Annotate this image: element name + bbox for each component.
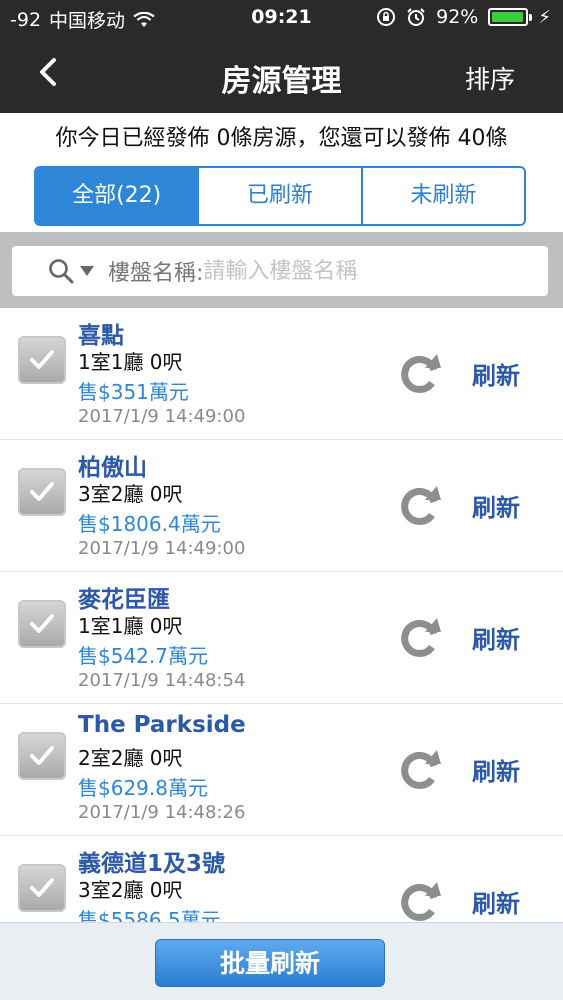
refresh-button[interactable]: 刷新 xyxy=(472,620,520,655)
checkmark-icon xyxy=(30,746,54,765)
listing-name[interactable]: 麥花臣匯 xyxy=(78,580,170,614)
search-bar-container: 樓盤名稱: xyxy=(0,232,563,308)
refresh-button[interactable]: 刷新 xyxy=(472,884,520,919)
checkmark-icon xyxy=(30,614,54,633)
refresh-button[interactable]: 刷新 xyxy=(472,488,520,523)
list-item: The Parkside 2室2廳 0呎 售$629.8萬元 2017/1/9 … xyxy=(0,704,563,836)
listing-price: 售$629.8萬元 xyxy=(78,776,208,800)
listing-checkbox[interactable] xyxy=(18,336,66,384)
checkmark-icon xyxy=(30,482,54,501)
listing-rooms: 3室2廳 0呎 xyxy=(78,878,183,902)
listing-checkbox[interactable] xyxy=(18,468,66,516)
tab-refreshed[interactable]: 已刷新 xyxy=(199,168,363,224)
listing-checkbox[interactable] xyxy=(18,732,66,780)
list-item: 麥花臣匯 1室1廳 0呎 售$542.7萬元 2017/1/9 14:48:54… xyxy=(0,572,563,704)
refresh-button[interactable]: 刷新 xyxy=(472,356,520,391)
listing-price: 售$5586.5萬元 xyxy=(78,908,221,922)
listing-price: 售$1806.4萬元 xyxy=(78,512,221,536)
checkmark-icon xyxy=(30,878,54,897)
listing-price: 售$542.7萬元 xyxy=(78,644,208,668)
listing-name[interactable]: 義德道1及3號 xyxy=(78,844,225,878)
charging-bolt-icon: ⚡ xyxy=(538,6,551,28)
list-item: 喜點 1室1廳 0呎 售$351萬元 2017/1/9 14:49:00 刷新 xyxy=(0,308,563,440)
refresh-icon[interactable] xyxy=(396,350,444,398)
refresh-button[interactable]: 刷新 xyxy=(472,752,520,787)
list-item: 義德道1及3號 3室2廳 0呎 售$5586.5萬元 刷新 xyxy=(0,836,563,922)
search-input[interactable] xyxy=(203,258,434,284)
dropdown-caret-icon[interactable] xyxy=(80,266,94,276)
listing-name[interactable]: The Parkside xyxy=(78,712,246,738)
bottom-bar: 批量刷新 xyxy=(0,922,563,1000)
listing-date: 2017/1/9 14:48:26 xyxy=(78,802,246,823)
refresh-icon[interactable] xyxy=(396,482,444,530)
batch-refresh-button[interactable]: 批量刷新 xyxy=(155,939,385,987)
listing-rooms: 1室1廳 0呎 xyxy=(78,614,183,638)
orientation-lock-icon xyxy=(377,8,396,26)
listing-name[interactable]: 喜點 xyxy=(78,316,124,350)
status-right: 92% ⚡ xyxy=(376,6,551,28)
listing-list: 喜點 1室1廳 0呎 售$351萬元 2017/1/9 14:49:00 刷新 … xyxy=(0,308,563,922)
navigation-bar: 房源管理 排序 xyxy=(0,38,563,113)
listing-checkbox[interactable] xyxy=(18,864,66,912)
alarm-icon xyxy=(407,8,425,26)
listing-date: 2017/1/9 14:49:00 xyxy=(78,538,246,559)
listing-price: 售$351萬元 xyxy=(78,380,189,404)
battery-percent: 92% xyxy=(436,6,479,28)
search-bar: 樓盤名稱: xyxy=(12,246,548,296)
battery-icon xyxy=(488,8,533,26)
top-bar: -92 中国移动 09:21 92% ⚡ 房源管理 排序 xyxy=(0,0,563,113)
tab-all[interactable]: 全部(22) xyxy=(36,168,200,224)
checkmark-icon xyxy=(30,350,54,369)
publish-quota-notice: 你今日已經發佈 0條房源，您還可以發佈 40條 xyxy=(0,113,563,165)
listing-rooms: 2室2廳 0呎 xyxy=(78,746,183,770)
refresh-icon[interactable] xyxy=(396,878,444,922)
refresh-icon[interactable] xyxy=(396,746,444,794)
refresh-icon[interactable] xyxy=(396,614,444,662)
status-bar: -92 中国移动 09:21 92% ⚡ xyxy=(0,0,563,38)
listing-date: 2017/1/9 14:49:00 xyxy=(78,406,246,427)
search-icon xyxy=(49,259,74,284)
listing-checkbox[interactable] xyxy=(18,600,66,648)
filter-tabs: 全部(22) 已刷新 未刷新 xyxy=(34,166,526,226)
sort-button[interactable]: 排序 xyxy=(465,60,515,96)
tab-not-refreshed[interactable]: 未刷新 xyxy=(362,168,524,224)
search-field-label: 樓盤名稱: xyxy=(108,261,204,286)
list-item: 柏傲山 3室2廳 0呎 售$1806.4萬元 2017/1/9 14:49:00… xyxy=(0,440,563,572)
listing-name[interactable]: 柏傲山 xyxy=(78,448,147,482)
listing-rooms: 1室1廳 0呎 xyxy=(78,350,183,374)
listing-rooms: 3室2廳 0呎 xyxy=(78,482,183,506)
listing-date: 2017/1/9 14:48:54 xyxy=(78,670,246,691)
